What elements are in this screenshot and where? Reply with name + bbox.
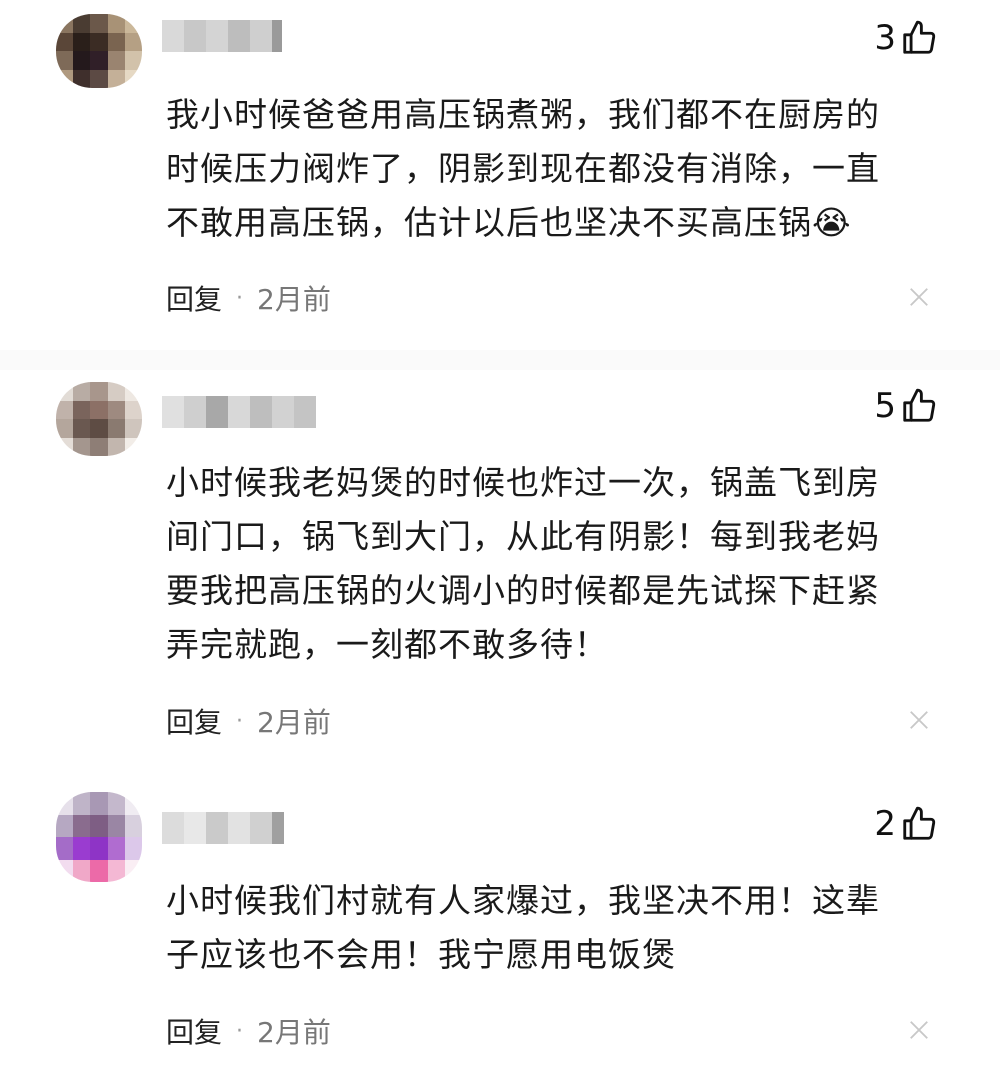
close-button[interactable] [908,1019,930,1041]
separator-dot: · [236,708,244,734]
separator-dot: · [236,285,244,311]
thumbs-up-icon [903,806,936,840]
comment-line: 间门口，锅飞到大门，从此有阴影！每到我老妈 [166,517,880,556]
close-button[interactable] [908,709,930,731]
close-icon [910,288,928,306]
thumbs-up-icon [903,20,936,54]
username[interactable] [162,20,282,52]
comment-text: 小时候我们村就有人家爆过，我坚决不用！这辈 子应该也不会用！我宁愿用电饭煲 [166,874,936,982]
timestamp: 2月前 [257,283,331,316]
comment-meta: 回复 · 2月前 [166,1011,331,1051]
username[interactable] [162,812,284,844]
timestamp: 2月前 [257,1016,331,1049]
close-icon [910,711,928,729]
close-button[interactable] [908,286,930,308]
like-button[interactable]: 5 [874,386,938,426]
comment-line: 不敢用高压锅，估计以后也坚决不买高压锅😭 [166,203,852,242]
thumbs-up-icon [903,388,936,422]
section-separator [0,350,1000,370]
avatar[interactable] [56,382,142,456]
comment-line: 要我把高压锅的火调小的时候都是先试探下赶紧 [166,571,880,610]
comment-line: 小时候我老妈煲的时候也炸过一次，锅盖飞到房 [166,463,880,502]
comment-text: 我小时候爸爸用高压锅煮粥，我们都不在厨房的 时候压力阀炸了，阴影到现在都没有消除… [166,88,936,250]
username[interactable] [162,396,316,428]
reply-button[interactable]: 回复 [166,701,222,741]
comment-line: 时候压力阀炸了，阴影到现在都没有消除，一直 [166,149,880,188]
like-count: 2 [874,804,896,844]
avatar[interactable] [56,792,142,882]
like-count: 3 [874,18,896,58]
close-icon [910,1021,928,1039]
timestamp: 2月前 [257,706,331,739]
comment-text: 小时候我老妈煲的时候也炸过一次，锅盖飞到房 间门口，锅飞到大门，从此有阴影！每到… [166,456,936,672]
separator-dot: · [236,1018,244,1044]
comment-meta: 回复 · 2月前 [166,278,331,318]
like-button[interactable]: 2 [874,804,938,844]
comment-line: 子应该也不会用！我宁愿用电饭煲 [166,935,676,974]
like-button[interactable]: 3 [874,18,938,58]
comment-line: 我小时候爸爸用高压锅煮粥，我们都不在厨房的 [166,95,880,134]
comment-line: 小时候我们村就有人家爆过，我坚决不用！这辈 [166,881,880,920]
reply-button[interactable]: 回复 [166,278,222,318]
avatar[interactable] [56,14,142,88]
reply-button[interactable]: 回复 [166,1011,222,1051]
comment-meta: 回复 · 2月前 [166,701,331,741]
like-count: 5 [874,386,896,426]
comment-line: 弄完就跑，一刻都不敢多待！ [166,625,608,664]
